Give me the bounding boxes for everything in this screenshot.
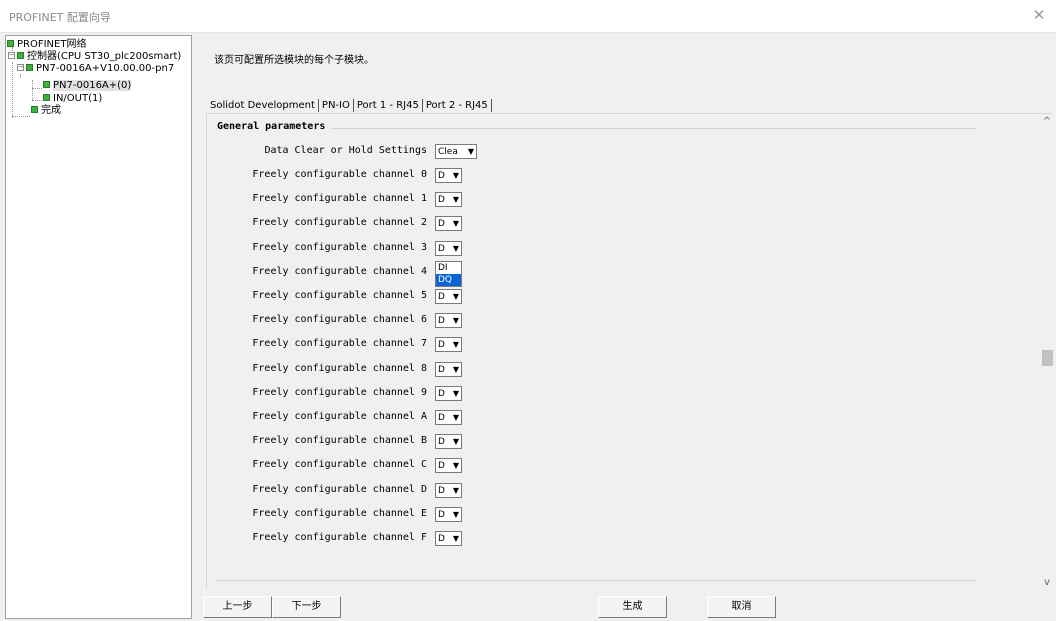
channel-label: Freely configurable channel 9 bbox=[252, 387, 427, 398]
module-tabs: Solidot Development PN-IO Port 1 - RJ45 … bbox=[208, 97, 493, 113]
finish-icon bbox=[31, 105, 38, 113]
channel-select[interactable]: D▼ bbox=[435, 192, 462, 207]
channel-select[interactable]: D▼ bbox=[435, 531, 462, 546]
data-clear-select[interactable]: Clea ▼ bbox=[435, 144, 477, 159]
tree-node-controller[interactable]: − 控制器(CPU ST30_plc200smart) bbox=[8, 51, 181, 63]
collapse-icon[interactable]: − bbox=[17, 63, 24, 71]
channel-label: Freely configurable channel 4 bbox=[252, 266, 427, 277]
next-button[interactable]: 下一步 bbox=[272, 596, 341, 618]
prev-button[interactable]: 上一步 bbox=[203, 596, 272, 618]
chevron-down-icon: ▼ bbox=[452, 461, 460, 470]
channel-label: Freely configurable channel 1 bbox=[252, 193, 427, 204]
chevron-down-icon: ▼ bbox=[452, 389, 460, 398]
channel-select[interactable]: D▼ bbox=[435, 507, 462, 522]
generate-button[interactable]: 生成 bbox=[598, 596, 667, 618]
channel-label: Freely configurable channel 2 bbox=[252, 217, 427, 228]
tree-node-module[interactable]: PN7-0016A+(0) bbox=[43, 80, 132, 92]
scroll-up-icon[interactable]: ^ bbox=[1039, 114, 1055, 130]
vertical-scrollbar[interactable]: ^ v bbox=[1039, 114, 1055, 591]
navigation-tree: PROFINET网络 − 控制器(CPU ST30_plc200smart) − P… bbox=[5, 35, 192, 619]
chevron-down-icon: ▼ bbox=[452, 316, 460, 325]
tab-port2-rj45[interactable]: Port 2 - RJ45 bbox=[424, 100, 490, 111]
tree-node-device[interactable]: − PN7-0016A+V10.00.00-pn7 bbox=[17, 63, 174, 75]
channel-label: Freely configurable channel B bbox=[252, 435, 427, 446]
chevron-down-icon: ▼ bbox=[452, 534, 460, 543]
channel-select[interactable]: D▼ bbox=[435, 337, 462, 352]
channel-select[interactable]: D▼ bbox=[435, 434, 462, 449]
tab-pn-io[interactable]: PN-IO bbox=[320, 100, 352, 111]
channel-label: Freely configurable channel 3 bbox=[252, 242, 427, 253]
channel-label: Freely configurable channel C bbox=[252, 459, 427, 470]
channel-options-dropdown[interactable]: DI DQ bbox=[435, 261, 462, 287]
config-content: 该页可配置所选模块的每个子模块。 Solidot Development PN-… bbox=[197, 35, 1056, 591]
chevron-down-icon: ▼ bbox=[452, 340, 460, 349]
channel-select[interactable]: D▼ bbox=[435, 216, 462, 231]
channel-select[interactable]: D▼ bbox=[435, 289, 462, 304]
controller-icon bbox=[17, 51, 24, 59]
chevron-down-icon: ▼ bbox=[452, 413, 460, 422]
tree-node-finish[interactable]: 完成 bbox=[31, 105, 61, 117]
scroll-thumb[interactable] bbox=[1042, 350, 1053, 366]
chevron-down-icon: ▼ bbox=[452, 195, 460, 204]
title-bar: PROFINET 配置向导 ✕ bbox=[0, 0, 1056, 33]
network-icon bbox=[7, 39, 14, 47]
channel-select[interactable]: D▼ bbox=[435, 458, 462, 473]
chevron-down-icon: ▼ bbox=[452, 219, 460, 228]
tab-solidot-development[interactable]: Solidot Development bbox=[208, 100, 317, 111]
module-icon bbox=[43, 80, 50, 88]
page-description: 该页可配置所选模块的每个子模块。 bbox=[214, 55, 374, 66]
channel-label: Freely configurable channel 0 bbox=[252, 169, 427, 180]
option-dq[interactable]: DQ bbox=[436, 274, 461, 286]
parameter-panel: General parameters Data Clear or Hold Se… bbox=[206, 113, 1052, 589]
group-title: General parameters bbox=[217, 121, 332, 132]
channel-label: Freely configurable channel 7 bbox=[252, 338, 427, 349]
channel-select[interactable]: D▼ bbox=[435, 168, 462, 183]
channel-select[interactable]: D▼ bbox=[435, 313, 462, 328]
device-icon bbox=[26, 63, 33, 71]
chevron-down-icon: ▼ bbox=[467, 147, 475, 156]
cancel-button[interactable]: 取消 bbox=[707, 596, 776, 618]
channel-select[interactable]: D▼ bbox=[435, 362, 462, 377]
channel-label: Freely configurable channel E bbox=[252, 508, 427, 519]
button-bar: 上一步 下一步 生成 取消 bbox=[197, 596, 1056, 621]
option-di[interactable]: DI bbox=[436, 262, 461, 274]
tree-node-profinet-network[interactable]: PROFINET网络 bbox=[7, 39, 86, 51]
chevron-down-icon: ▼ bbox=[452, 510, 460, 519]
chevron-down-icon: ▼ bbox=[452, 292, 460, 301]
scroll-down-icon[interactable]: v bbox=[1039, 575, 1055, 591]
chevron-down-icon: ▼ bbox=[452, 171, 460, 180]
collapse-icon[interactable]: − bbox=[8, 51, 15, 59]
close-icon[interactable]: ✕ bbox=[1028, 5, 1050, 25]
channel-select[interactable]: D▼ bbox=[435, 483, 462, 498]
chevron-down-icon: ▼ bbox=[452, 486, 460, 495]
tab-port1-rj45[interactable]: Port 1 - RJ45 bbox=[355, 100, 421, 111]
channel-label: Freely configurable channel D bbox=[252, 484, 427, 495]
chevron-down-icon: ▼ bbox=[452, 244, 460, 253]
window-title: PROFINET 配置向导 bbox=[9, 11, 111, 24]
channel-select[interactable]: D▼ bbox=[435, 410, 462, 425]
channel-label: Freely configurable channel F bbox=[252, 532, 427, 543]
channel-label: Freely configurable channel 6 bbox=[252, 314, 427, 325]
submodule-icon bbox=[43, 93, 50, 101]
channel-select[interactable]: D▼ bbox=[435, 241, 462, 256]
channel-label: Freely configurable channel 5 bbox=[252, 290, 427, 301]
chevron-down-icon: ▼ bbox=[452, 365, 460, 374]
data-clear-label: Data Clear or Hold Settings bbox=[264, 145, 427, 156]
channel-label: Freely configurable channel A bbox=[252, 411, 427, 422]
channel-label: Freely configurable channel 8 bbox=[252, 363, 427, 374]
channel-select[interactable]: D▼ bbox=[435, 386, 462, 401]
chevron-down-icon: ▼ bbox=[452, 437, 460, 446]
tree-node-submodule[interactable]: IN/OUT(1) bbox=[43, 93, 102, 105]
